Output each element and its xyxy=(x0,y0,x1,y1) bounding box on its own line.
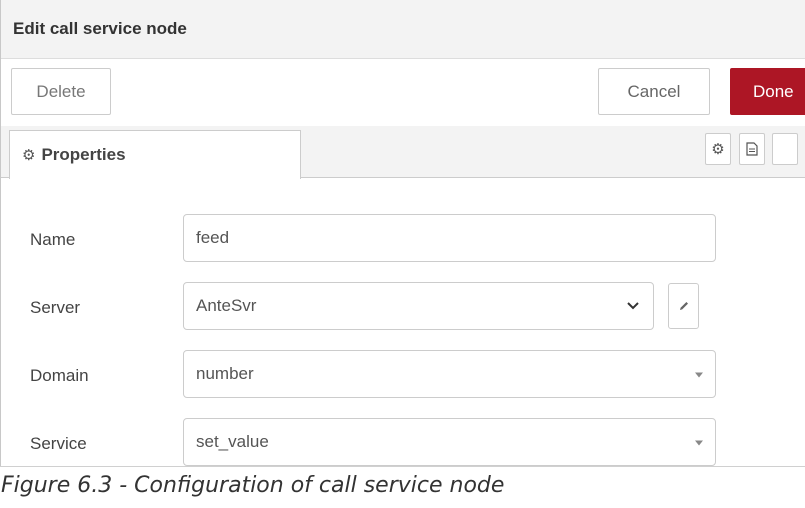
name-label: Name xyxy=(30,230,76,249)
node-edit-dialog: Edit call service node Delete Cancel Don… xyxy=(0,0,805,466)
cancel-button[interactable]: Cancel xyxy=(598,68,710,115)
document-icon xyxy=(746,142,758,156)
settings-tab[interactable]: ⚙ xyxy=(705,133,731,165)
dropdown-caret-icon xyxy=(695,440,703,446)
domain-label: Domain xyxy=(30,366,89,385)
done-button[interactable]: Done xyxy=(730,68,805,115)
server-label: Server xyxy=(30,298,81,317)
chevron-down-icon xyxy=(627,302,639,310)
edit-server-button[interactable] xyxy=(668,283,699,329)
service-value: set_value xyxy=(196,432,269,451)
dropdown-caret-icon xyxy=(695,372,703,378)
gear-icon: ⚙ xyxy=(22,147,36,164)
service-select[interactable]: set_value xyxy=(183,418,716,466)
name-input[interactable]: feed xyxy=(183,214,716,262)
server-value: AnteSvr xyxy=(196,296,257,315)
domain-select[interactable]: number xyxy=(183,350,716,398)
appearance-tab[interactable] xyxy=(772,133,798,165)
dialog-title: Edit call service node xyxy=(13,19,187,38)
name-value: feed xyxy=(196,228,230,247)
delete-button[interactable]: Delete xyxy=(11,68,111,115)
pencil-icon xyxy=(679,302,688,310)
service-label: Service xyxy=(30,434,87,453)
caption-divider xyxy=(0,466,805,467)
tab-properties[interactable]: ⚙ Properties xyxy=(9,130,301,179)
gear-icon: ⚙ xyxy=(711,141,725,158)
tab-properties-label: Properties xyxy=(41,145,126,164)
domain-value: number xyxy=(196,364,254,383)
figure-caption: Figure 6.3 - Configuration of call servi… xyxy=(1,473,505,498)
server-select[interactable]: AnteSvr xyxy=(183,282,654,330)
description-tab[interactable] xyxy=(739,133,765,165)
dialog-header: Edit call service node xyxy=(1,0,805,59)
